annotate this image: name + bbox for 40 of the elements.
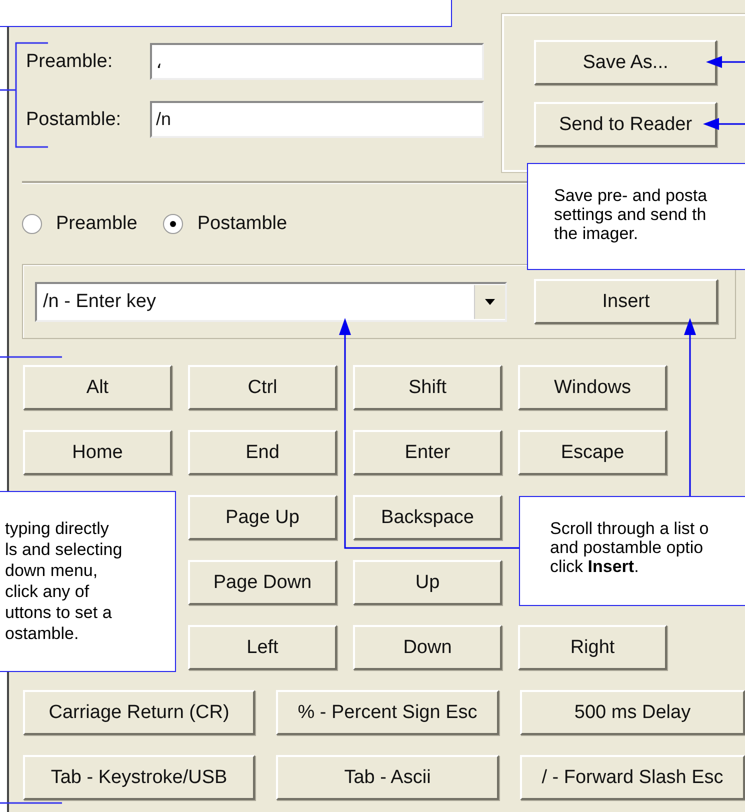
callout-text: typing directly ls and selecting down menu, click any of uttons to set a ostamble.: [5, 518, 124, 644]
key-button[interactable]: 500 ms Delay: [520, 690, 745, 735]
radio-button[interactable]: [163, 214, 184, 234]
key-button[interactable]: Enter: [353, 430, 502, 475]
key-button[interactable]: Right: [518, 625, 667, 670]
radio-label: Postamble: [197, 213, 288, 235]
text-field[interactable]: /n: [150, 101, 484, 138]
key-button[interactable]: Shift: [353, 365, 502, 410]
key-button[interactable]: / - Forward Slash Esc: [520, 755, 745, 800]
arrow: [706, 56, 745, 68]
key-button[interactable]: % - Percent Sign Esc: [276, 690, 499, 735]
key-button[interactable]: Windows: [518, 365, 667, 410]
radio-label: Preamble: [56, 213, 138, 235]
key-button[interactable]: Left: [188, 625, 337, 670]
key-button[interactable]: End: [188, 430, 337, 475]
key-button[interactable]: Escape: [518, 430, 667, 475]
key-button[interactable]: Backspace: [353, 495, 502, 540]
key-button[interactable]: Alt: [23, 365, 172, 410]
callout-text: Save pre- and posta settings and send th the imager.: [554, 186, 708, 243]
dropdown[interactable]: /n - Enter key: [35, 282, 507, 322]
key-button[interactable]: Up: [353, 560, 502, 605]
insert-button[interactable]: Insert: [534, 279, 718, 324]
action-button[interactable]: Send to Reader: [534, 102, 717, 147]
key-button[interactable]: Page Up: [188, 495, 337, 540]
text-field[interactable]: ،: [150, 43, 484, 80]
action-button[interactable]: Save As...: [534, 40, 717, 85]
key-button[interactable]: Down: [353, 625, 502, 670]
radio-button[interactable]: [22, 214, 42, 234]
arrow: [703, 118, 745, 130]
key-button[interactable]: Tab - Ascii: [276, 755, 499, 800]
key-button[interactable]: Page Down: [188, 560, 337, 605]
key-button[interactable]: Carriage Return (CR): [23, 690, 255, 735]
callout-text: Scroll through a list o and postamble optio click Insert.: [550, 519, 710, 576]
key-button[interactable]: Tab - Keystroke/USB: [23, 755, 255, 800]
field-label: Preamble:: [25, 50, 114, 72]
leader-line: [0, 802, 62, 804]
key-button[interactable]: Home: [23, 430, 172, 475]
key-button[interactable]: Ctrl: [188, 365, 337, 410]
field-label: Postamble:: [25, 108, 122, 130]
leader-line: [0, 356, 62, 358]
